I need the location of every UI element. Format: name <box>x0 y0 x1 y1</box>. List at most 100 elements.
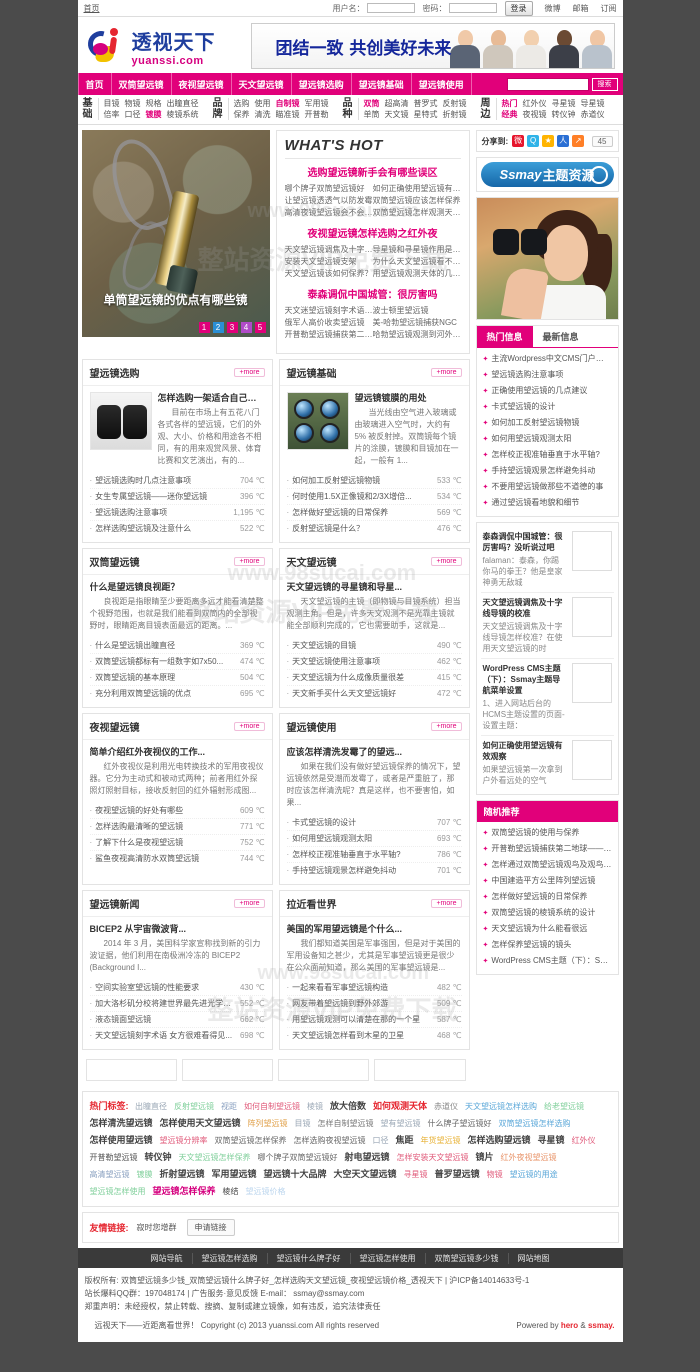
nav-item-astronomy[interactable]: 天文望远镜 <box>232 73 292 95</box>
hot-link[interactable]: 用望远镜观测天体的几点建议 <box>373 268 461 280</box>
tag-link[interactable]: 怎样自制望远镜 <box>318 1119 374 1128</box>
tag-link[interactable]: 赤道仪 <box>434 1102 458 1111</box>
hero-dot-5[interactable]: 5 <box>254 322 266 333</box>
tag-link[interactable]: 怎样清洗望远镜 <box>90 1118 153 1128</box>
news-item[interactable]: 泰森调侃中国城管：很厉害吗？没听说过吧 falaman：泰森，你踢你马的拳王？他是… <box>480 527 614 593</box>
tag-link[interactable]: 怎样使用天文望远镜 <box>160 1118 241 1128</box>
nav-item-night-vision[interactable]: 夜视望远镜 <box>172 73 232 95</box>
tag-link[interactable]: 棱结 <box>223 1187 239 1196</box>
subnav-link[interactable]: 瞄准镜 <box>276 110 300 119</box>
section-article[interactable]: 什么是望远镜良视距？ 良视距是指眼睛至少要距离多远才能看清楚整个视野范围，也就是我… <box>90 581 265 632</box>
subnav-link[interactable]: 转仪钟 <box>552 110 576 119</box>
section-list-link[interactable]: 夜视望远镜的好处有哪些 <box>90 803 234 818</box>
tag-link[interactable]: 口径 <box>373 1136 389 1145</box>
section-list-link[interactable]: 用望远镜观测可以清楚在那的一个星 <box>287 1012 431 1027</box>
tag-link[interactable]: 红外仪 <box>572 1136 596 1145</box>
section-list-link[interactable]: 天文望远镜为什么成像质量很差 <box>287 670 431 685</box>
apply-link-button[interactable]: 申请链接 <box>186 1219 235 1236</box>
subnav-link[interactable]: 天文镜 <box>385 110 409 119</box>
subnav-link[interactable]: 赤道仪 <box>581 110 605 119</box>
section-more-link[interactable]: +more <box>431 557 462 566</box>
hot-info-link[interactable]: 通过望远镜看地貌和细节 <box>491 498 579 507</box>
ad-box[interactable] <box>374 1059 466 1081</box>
search-input[interactable] <box>506 77 589 91</box>
section-more-link[interactable]: +more <box>431 899 462 908</box>
topbar-home-link[interactable]: 首页 <box>84 3 100 14</box>
hot-block-title[interactable]: 选购望远镜新手会有哪些误区 <box>285 164 461 179</box>
section-list-link[interactable]: 卡式望远镜的设计 <box>287 815 431 830</box>
random-recommend-link[interactable]: 天文望远镜为什么能看很远 <box>491 924 587 933</box>
hero-dot-1[interactable]: 1 <box>198 322 210 333</box>
ssmay-banner[interactable]: Ssmay 主题资源 <box>475 157 619 192</box>
hot-link[interactable]: 让望远镜透透气以防发霉 <box>285 195 373 207</box>
section-list-link[interactable]: 望远镜选购时几点注意事项 <box>90 473 234 488</box>
section-more-link[interactable]: +more <box>431 722 462 731</box>
header-banner[interactable]: 团结一致 共创美好未来 <box>250 23 615 69</box>
subnav-link[interactable]: 选购 <box>234 99 250 108</box>
footer-nav-link[interactable]: 望远镜什么牌子好 <box>268 1252 351 1264</box>
hot-info-link[interactable]: 望远镜选购注意事项 <box>491 370 563 379</box>
subnav-link[interactable]: 自制镜 <box>276 99 300 108</box>
tag-link[interactable]: 怎样选购夜视望远镜 <box>294 1136 366 1145</box>
subnav-link[interactable]: 折射镜 <box>443 110 467 119</box>
ad-box[interactable] <box>278 1059 370 1081</box>
nav-item-buying[interactable]: 望远镜选购 <box>292 73 352 95</box>
subnav-link[interactable]: 单筒 <box>364 110 380 119</box>
random-recommend-link[interactable]: WordPress CMS主题（下）：Ssm... <box>491 956 611 965</box>
tag-link[interactable]: 寻星镜 <box>404 1170 428 1179</box>
tag-link[interactable]: 军用望远镜 <box>212 1169 257 1179</box>
tab-latest-info[interactable]: 最新信息 <box>533 326 589 347</box>
random-recommend-link[interactable]: 开普勒望远镜捕获第二地球——做如行... <box>491 844 611 853</box>
random-recommend-link[interactable]: 双筒望远镜的使用与保养 <box>491 828 579 837</box>
hot-link[interactable]: 天文望远镜调焦及十字线导镜 <box>285 244 373 256</box>
random-recommend-link[interactable]: 怎样通过双筒望远镜观鸟及观鸟常识 <box>491 860 611 869</box>
tag-link[interactable]: 望远镜价格 <box>246 1187 286 1196</box>
subnav-link[interactable]: 开普勒 <box>305 110 329 119</box>
ad-box[interactable] <box>181 1059 273 1081</box>
subnav-link[interactable]: 目镜 <box>104 99 120 108</box>
tag-link[interactable]: 放大倍数 <box>330 1101 366 1111</box>
footer-nav-link[interactable]: 双筒望远镜多少钱 <box>426 1252 509 1264</box>
hot-link[interactable]: 安装天文望远镜支架 <box>285 256 373 268</box>
search-button[interactable]: 搜索 <box>591 77 618 91</box>
tag-link[interactable]: 转仪钟 <box>145 1152 172 1162</box>
section-list-link[interactable]: 天文望远镜的目镜 <box>287 638 431 653</box>
section-list-link[interactable]: 何时使用1.5X正像镜和2/3X增倍... <box>287 489 431 504</box>
tag-link[interactable]: 望远镜的用途 <box>510 1170 558 1179</box>
tag-link[interactable]: 天文望远镜怎样保养 <box>179 1153 251 1162</box>
footer-nav-link[interactable]: 网站地图 <box>509 1253 559 1264</box>
section-more-link[interactable]: +more <box>234 557 265 566</box>
tag-link[interactable]: 反射望远镜 <box>174 1102 214 1111</box>
section-article[interactable]: 美国的军用望远镜是个什么... 我们都知道美国是军事强国，但是对于美国的军用设备知… <box>287 923 462 974</box>
tag-link[interactable]: 怎样选购望远镜 <box>468 1135 531 1145</box>
section-list-link[interactable]: 怎样选购望远镜及注意什么 <box>90 521 234 536</box>
random-recommend-link[interactable]: 中国建造平方公里阵列望远镜 <box>491 876 595 885</box>
section-article[interactable]: 天文望远镜的寻星镜和导星... 天文望远镜的主镜（即物镜与目镜系统）担当观测主角。… <box>287 581 462 632</box>
tag-link[interactable]: 阵列望远镜 <box>248 1119 288 1128</box>
username-input[interactable] <box>366 3 415 13</box>
section-list-link[interactable]: 怎样做好望远镜的日常保养 <box>287 505 431 520</box>
tag-link[interactable]: 出瞳直径 <box>135 1102 167 1111</box>
tag-link[interactable]: 大空天文望远镜 <box>334 1169 397 1179</box>
tag-link[interactable]: 哪个牌子双筒望远镜好 <box>258 1153 338 1162</box>
friend-link-item[interactable]: 寂时您增群 <box>137 1222 177 1233</box>
section-article[interactable]: 怎样选购一架适合自己的望... 目前在市场上有五花八门各式各样的望远镜，它们的外观… <box>158 392 265 467</box>
tag-link[interactable]: 给老望远镜 <box>544 1102 584 1111</box>
tag-link[interactable]: 视距 <box>221 1102 237 1111</box>
hot-info-link[interactable]: 怎样校正视准轴垂直于水平轴? <box>491 450 599 459</box>
site-logo[interactable]: 透视天下 yuanssi.com <box>82 26 251 67</box>
qzone-icon[interactable]: Q <box>527 135 540 147</box>
topbar-link-mail[interactable]: 邮箱 <box>573 3 589 14</box>
tag-link[interactable]: 高清望远镜 <box>90 1170 130 1179</box>
tag-link[interactable]: 双筒望远镜怎样选购 <box>499 1119 571 1128</box>
section-more-link[interactable]: +more <box>431 368 462 377</box>
news-item[interactable]: 天文望远镜调焦及十字线导镜的校准 天文望远镜调焦及十字线导镜怎样校准？在使用天文望… <box>480 593 614 659</box>
tag-link[interactable]: 望远镜怎样保养 <box>153 1186 216 1196</box>
tag-link[interactable]: 镜片 <box>476 1152 494 1162</box>
section-list-link[interactable]: 网友带着望远镜到野外郊游 <box>287 996 431 1011</box>
tag-link[interactable]: 望远镜十大品牌 <box>264 1169 327 1179</box>
subnav-link[interactable]: 热门 <box>502 99 518 108</box>
section-list-link[interactable]: 怎样校正视准轴垂直于水平轴? <box>287 847 431 862</box>
section-list-link[interactable]: 天文望远镜怎样看到木星的卫星 <box>287 1028 431 1043</box>
weibo-icon[interactable]: 微 <box>512 135 525 147</box>
